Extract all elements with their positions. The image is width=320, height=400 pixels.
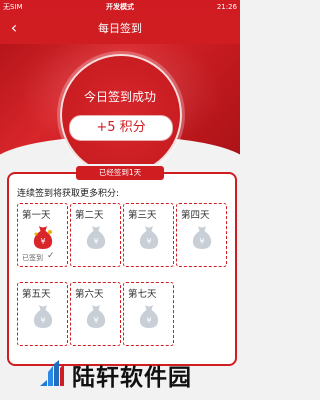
page-title: 每日签到 — [98, 22, 142, 35]
svg-text:¥: ¥ — [93, 237, 98, 246]
svg-text:¥: ¥ — [93, 316, 98, 325]
day-cell: 第一天 ¥ 已签到 ✓ — [17, 203, 68, 267]
svg-text:¥: ¥ — [146, 316, 151, 325]
day-label: 第二天 — [75, 210, 104, 221]
svg-text:¥: ¥ — [199, 237, 204, 246]
checkin-count-tab: 已经签到1天 — [76, 166, 164, 180]
hero-banner: 今日签到成功 +5 积分 — [0, 44, 240, 164]
day-label: 第六天 — [75, 289, 104, 300]
day-cell: 第六天 ¥ — [70, 282, 121, 346]
money-bag-icon: ¥ — [86, 226, 106, 249]
day-cell: 第二天 ¥ — [70, 203, 121, 267]
money-bag-icon: ¥ — [86, 305, 106, 328]
svg-text:¥: ¥ — [146, 237, 151, 246]
day-label: 第五天 — [22, 289, 51, 300]
hero-circle — [60, 54, 182, 164]
money-bag-icon: ¥ — [33, 226, 53, 249]
day-label: 第四天 — [181, 210, 210, 221]
card-subtitle: 连续签到将获取更多积分: — [17, 189, 120, 199]
checkmark-icon: ✓ — [47, 251, 55, 261]
money-bag-icon: ¥ — [139, 305, 159, 328]
status-bar: 无SIM 开发模式 21:26 — [0, 0, 240, 14]
chevron-left-icon: ‹ — [10, 18, 18, 37]
watermark-text: 陆轩软件园 — [72, 365, 192, 391]
points-badge: +5 积分 — [69, 115, 173, 141]
day-cell: 第三天 ¥ — [123, 203, 174, 267]
day-cell: 第七天 ¥ — [123, 282, 174, 346]
signed-status: 已签到 — [22, 254, 43, 262]
money-bag-icon: ¥ — [192, 226, 212, 249]
nav-bar: 每日签到 ‹ — [0, 14, 240, 44]
day-label: 第三天 — [128, 210, 157, 221]
watermark: 陆轩软件园 — [38, 356, 228, 392]
day-label: 第七天 — [128, 289, 157, 300]
day-cell: 第五天 ¥ — [17, 282, 68, 346]
day-cell: 第四天 ¥ — [176, 203, 227, 267]
money-bag-icon: ¥ — [33, 305, 53, 328]
back-button[interactable]: ‹ — [4, 17, 24, 41]
brand-logo-icon — [40, 360, 64, 386]
checkin-success-text: 今日签到成功 — [83, 90, 156, 104]
day-label: 第一天 — [22, 210, 51, 221]
clock-text: 21:26 — [216, 3, 237, 11]
svg-text:¥: ¥ — [40, 316, 45, 325]
money-bag-icon: ¥ — [139, 226, 159, 249]
svg-text:¥: ¥ — [40, 237, 45, 246]
status-center-text: 开发模式 — [106, 3, 134, 11]
